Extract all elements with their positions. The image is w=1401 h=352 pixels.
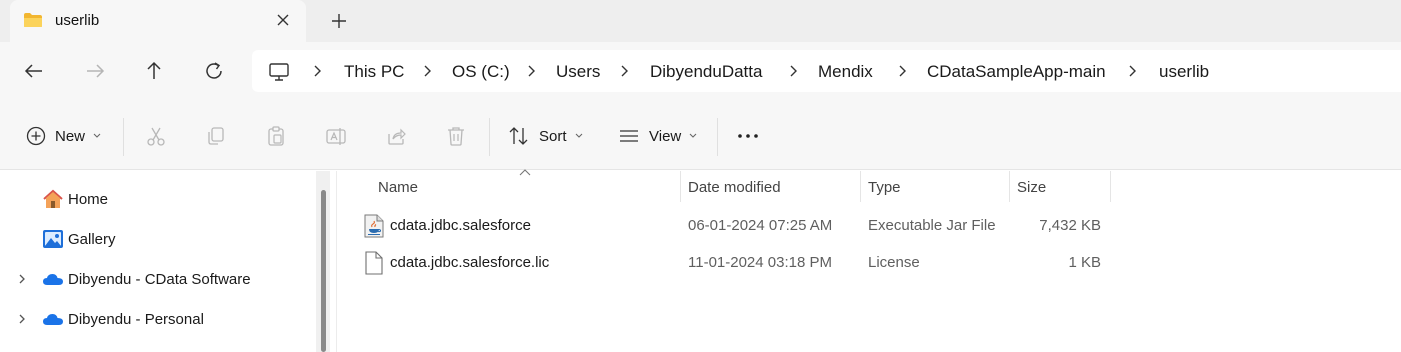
file-name: cdata.jdbc.salesforce.lic (390, 254, 550, 271)
up-arrow-icon[interactable] (143, 60, 165, 82)
file-type: License (868, 254, 920, 271)
chevron-down-icon (93, 133, 101, 138)
close-icon[interactable] (274, 11, 292, 29)
share-icon[interactable] (385, 125, 407, 147)
nav-scrollbar-thumb[interactable] (321, 190, 326, 352)
chevron-right-icon[interactable] (1128, 64, 1138, 78)
more-options-icon[interactable] (737, 125, 759, 147)
column-date-label: Date modified (688, 179, 781, 196)
command-bar: New Sort View (0, 102, 1401, 170)
file-size: 7,432 KB (1039, 217, 1101, 234)
cut-icon[interactable] (145, 125, 167, 147)
chevron-down-icon (689, 133, 697, 138)
breadcrumb-cdatasampleapp-main[interactable]: CDataSampleApp-main (927, 62, 1106, 82)
toolbar-divider (489, 118, 490, 156)
toolbar-divider (123, 118, 124, 156)
chevron-right-icon[interactable] (620, 64, 630, 78)
rename-icon[interactable] (325, 125, 347, 147)
nav-item-label: Home (68, 190, 109, 208)
nav-item-label: Gallery (68, 230, 116, 248)
nav-item-gallery[interactable]: Gallery (42, 227, 116, 251)
address-bar[interactable]: This PC OS (C:) Users DibyenduDatta Mend… (252, 50, 1401, 92)
chevron-right-icon[interactable] (527, 64, 537, 78)
back-arrow-icon[interactable] (23, 60, 45, 82)
breadcrumb-mendix[interactable]: Mendix (818, 62, 873, 82)
plus-icon[interactable] (330, 12, 348, 30)
file-row[interactable]: cdata.jdbc.salesforce.lic 11-01-2024 03:… (350, 245, 1112, 281)
sort-icon (509, 127, 528, 145)
view-list-icon (620, 130, 638, 142)
breadcrumb-users[interactable]: Users (556, 62, 600, 82)
chevron-right-icon (314, 65, 321, 77)
nav-item-label: Dibyendu - CData Software (68, 270, 251, 288)
chevron-right-icon[interactable] (17, 273, 27, 285)
new-label: New (55, 127, 86, 145)
column-size-label: Size (1017, 179, 1047, 196)
onedrive-cloud-icon (43, 274, 63, 285)
toolbar-divider (717, 118, 718, 156)
delete-icon[interactable] (445, 125, 467, 147)
breadcrumb-dibyendudatta[interactable]: DibyenduDatta (650, 62, 762, 82)
tab-title: userlib (55, 12, 100, 29)
chevron-right-icon[interactable] (17, 313, 27, 325)
column-header-name[interactable]: Name (350, 171, 680, 203)
column-header-type[interactable]: Type (861, 171, 1009, 203)
view-button[interactable]: View (618, 124, 697, 148)
new-button[interactable]: New (26, 124, 101, 148)
file-row[interactable]: cdata.jdbc.salesforce 06-01-2024 07:25 A… (350, 208, 1112, 244)
plus-circle-icon (26, 126, 46, 146)
file-type: Executable Jar File (868, 217, 996, 234)
folder-icon (24, 13, 42, 27)
forward-arrow-icon[interactable] (84, 60, 106, 82)
column-type-label: Type (868, 179, 901, 196)
tab-userlib[interactable]: userlib (10, 0, 306, 42)
chevron-right-icon[interactable] (789, 64, 799, 78)
chevron-down-icon (575, 133, 582, 138)
sort-button[interactable]: Sort (508, 124, 583, 148)
file-size: 1 KB (1068, 254, 1101, 271)
paste-icon[interactable] (265, 125, 287, 147)
tab-bar: userlib (0, 0, 1401, 42)
file-date: 11-01-2024 03:18 PM (688, 254, 832, 271)
computer-icon (269, 63, 289, 81)
column-divider[interactable] (1110, 171, 1111, 202)
breadcrumb-this-pc[interactable]: This PC (344, 62, 404, 82)
chevron-right-icon[interactable] (898, 64, 908, 78)
copy-icon[interactable] (205, 125, 227, 147)
nav-item-onedrive-personal[interactable]: Dibyendu - Personal (42, 307, 204, 331)
gallery-icon (43, 230, 63, 248)
navigation-row: This PC OS (C:) Users DibyenduDatta Mend… (0, 42, 1401, 102)
column-header-date[interactable]: Date modified (681, 171, 860, 203)
column-header-size[interactable]: Size (1010, 171, 1110, 203)
pane-divider (336, 171, 337, 352)
java-jar-icon (364, 214, 384, 238)
file-date: 06-01-2024 07:25 AM (688, 217, 833, 234)
column-name-label: Name (378, 179, 419, 196)
nav-item-onedrive-cdata[interactable]: Dibyendu - CData Software (42, 267, 251, 291)
breadcrumb-userlib[interactable]: userlib (1159, 62, 1209, 82)
refresh-icon[interactable] (203, 60, 225, 82)
file-name: cdata.jdbc.salesforce (390, 217, 531, 234)
sort-label: Sort (539, 127, 567, 145)
chevron-right-icon[interactable] (423, 64, 433, 78)
nav-item-label: Dibyendu - Personal (68, 310, 204, 328)
home-icon (43, 189, 63, 208)
nav-item-home[interactable]: Home (42, 187, 108, 211)
view-label: View (649, 127, 682, 145)
blank-file-icon (365, 251, 383, 275)
onedrive-cloud-icon (43, 314, 63, 325)
breadcrumb-os-c[interactable]: OS (C:) (452, 62, 510, 82)
